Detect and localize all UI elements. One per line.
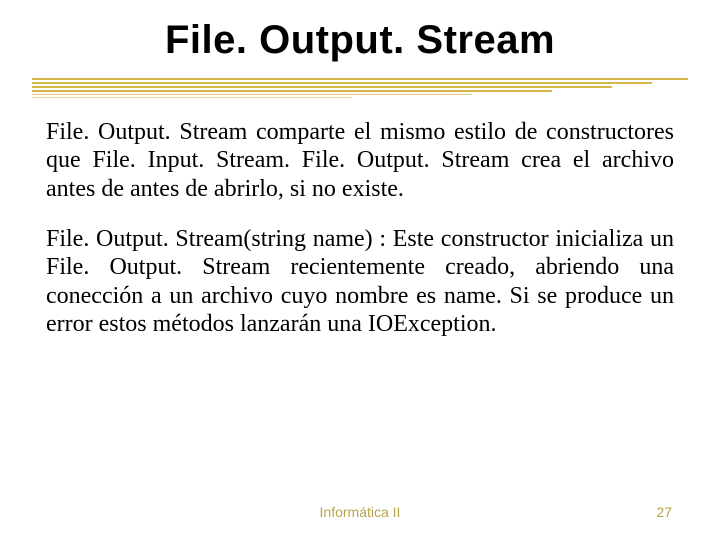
paragraph-1: File. Output. Stream comparte el mismo e…	[46, 118, 674, 203]
footer-page-number: 27	[656, 504, 672, 520]
title-block: File. Output. Stream	[0, 18, 720, 63]
underline-stripe	[32, 86, 612, 88]
underline-stripe	[32, 78, 688, 80]
footer-course: Informática II	[0, 504, 720, 520]
paragraph-2: File. Output. Stream(string name) : Este…	[46, 225, 674, 338]
body-text: File. Output. Stream comparte el mismo e…	[46, 118, 674, 360]
underline-stripe	[32, 90, 552, 92]
underline-stripe	[32, 94, 472, 95]
slide: File. Output. Stream File. Output. Strea…	[0, 0, 720, 540]
underline-stripe	[32, 82, 652, 84]
slide-title: File. Output. Stream	[0, 18, 720, 63]
title-underline	[32, 78, 688, 100]
underline-stripe	[32, 97, 352, 98]
